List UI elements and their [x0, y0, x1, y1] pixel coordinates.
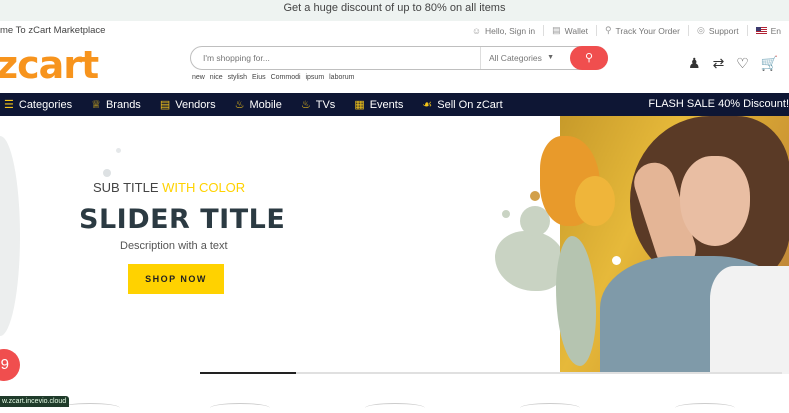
header-icons: ♟ ⇄ ♡ 🛒 — [688, 55, 778, 72]
sell-icon: ☙ — [422, 99, 433, 111]
tag-link[interactable]: laborum — [329, 74, 354, 81]
slider-progress[interactable] — [200, 372, 782, 374]
nav-label: TVs — [315, 98, 336, 111]
track-order-label: Track Your Order — [615, 25, 680, 36]
track-order-link[interactable]: ⚲ Track Your Order — [595, 25, 688, 36]
compare-icon[interactable]: ⇄ — [713, 55, 725, 72]
cart-icon[interactable]: 🛒 — [761, 55, 778, 72]
flash-sale-link[interactable]: FLASH SALE 40% Discount! — [648, 98, 789, 110]
nav-items: ☰ Categories ♕ Brands ▤ Vendors ♨ Mobile… — [4, 98, 522, 112]
wallet-label: Wallet — [564, 25, 588, 36]
tag-link[interactable]: Eius — [252, 74, 266, 81]
nav-label: Vendors — [175, 98, 216, 111]
support-label: Support — [708, 25, 739, 36]
slider-subtitle: SUB TITLE WITH COLOR — [93, 180, 245, 195]
decorative-dot — [116, 148, 121, 153]
category-select[interactable]: All Categories ▼ — [480, 47, 560, 69]
search-button[interactable]: ⚲ — [570, 46, 608, 70]
nav-item-mobile[interactable]: ♨ Mobile — [234, 98, 282, 112]
badge-count: 9 — [0, 356, 9, 373]
support-icon: ◎ — [696, 25, 705, 35]
welcome-text: me To zCart Marketplace — [0, 25, 106, 36]
fire-icon: ♨ — [300, 99, 311, 111]
calendar-icon: ▦ — [354, 99, 365, 111]
top-links: ☺ Hello, Sign in ▤ Wallet ⚲ Track Your O… — [464, 25, 789, 36]
wallet-link[interactable]: ▤ Wallet — [543, 25, 596, 36]
site-header: zcart All Categories ▼ ⚲ new nice stylis… — [0, 39, 789, 93]
paint-splash — [612, 256, 621, 265]
chevron-down-icon: ▼ — [547, 54, 554, 61]
search-bar: All Categories ▼ ⚲ — [190, 46, 608, 70]
flag-icon — [755, 27, 767, 34]
info-bar: me To zCart Marketplace ☺ Hello, Sign in… — [0, 21, 789, 39]
category-row-preview — [0, 400, 789, 407]
sign-in-link[interactable]: ☺ Hello, Sign in — [464, 25, 543, 36]
category-circle — [520, 403, 580, 413]
category-circle — [675, 403, 735, 413]
nav-item-vendors[interactable]: ▤ Vendors — [159, 98, 216, 112]
nav-label: Categories — [18, 98, 73, 111]
promo-bar: Get a huge discount of up to 80% on all … — [0, 0, 789, 21]
category-label: All Categories — [489, 53, 542, 63]
tag-link[interactable]: nice — [210, 74, 223, 81]
nav-item-sell[interactable]: ☙ Sell On zCart — [422, 98, 503, 112]
nav-label: Sell On zCart — [437, 98, 503, 111]
support-link[interactable]: ◎ Support — [687, 25, 747, 36]
slider-description: Description with a text — [120, 240, 228, 252]
decorative-splash — [0, 136, 20, 336]
nav-label: Mobile — [249, 98, 282, 111]
nav-item-categories[interactable]: ☰ Categories — [4, 98, 73, 112]
nav-item-tvs[interactable]: ♨ TVs — [300, 98, 336, 112]
user-icon: ☺ — [471, 25, 482, 36]
search-tags: new nice stylish Eius Commodi ipsum labo… — [192, 74, 357, 81]
fire-icon: ♨ — [234, 99, 245, 111]
nav-label: Events — [369, 98, 404, 111]
promo-text: Get a huge discount of up to 80% on all … — [283, 2, 506, 14]
wishlist-icon[interactable]: ♡ — [736, 55, 749, 72]
decorative-dot — [103, 169, 111, 177]
language-label: En — [770, 25, 781, 36]
search-input[interactable] — [203, 50, 463, 66]
main-nav: ☰ Categories ♕ Brands ▤ Vendors ♨ Mobile… — [0, 93, 789, 116]
menu-icon: ☰ — [4, 99, 14, 111]
paint-splash — [502, 210, 510, 218]
wallet-icon: ▤ — [552, 25, 561, 35]
sign-in-label: Hello, Sign in — [485, 25, 536, 36]
status-url: w.zcart.incevio.cloud — [0, 396, 70, 407]
paint-splash — [575, 176, 615, 226]
store-icon: ▤ — [159, 99, 171, 111]
tag-link[interactable]: Commodi — [271, 74, 301, 81]
paint-splash — [530, 191, 540, 201]
search-icon: ⚲ — [584, 52, 594, 64]
tag-link[interactable]: stylish — [228, 74, 247, 81]
hero-slider: SUB TITLE WITH COLOR SLIDER TITLE Descri… — [0, 116, 789, 376]
location-icon: ⚲ — [604, 25, 612, 35]
language-selector[interactable]: En — [746, 25, 789, 36]
slider-title: SLIDER TITLE — [79, 204, 286, 235]
nav-item-brands[interactable]: ♕ Brands — [91, 98, 141, 112]
crown-icon: ♕ — [91, 99, 101, 111]
slider-progress-fill — [200, 372, 297, 374]
account-icon[interactable]: ♟ — [688, 55, 701, 72]
site-logo[interactable]: zcart — [0, 43, 99, 87]
subtitle-plain: SUB TITLE — [93, 180, 163, 195]
tag-link[interactable]: ipsum — [305, 74, 324, 81]
nav-label: Brands — [105, 98, 141, 111]
category-circle — [365, 403, 425, 413]
shop-now-button[interactable]: SHOP NOW — [128, 264, 224, 294]
tag-link[interactable]: new — [192, 74, 205, 81]
paint-splash — [495, 231, 565, 291]
subtitle-highlight: WITH COLOR — [162, 180, 246, 195]
nav-item-events[interactable]: ▦ Events — [354, 98, 404, 112]
category-circle — [210, 403, 270, 413]
